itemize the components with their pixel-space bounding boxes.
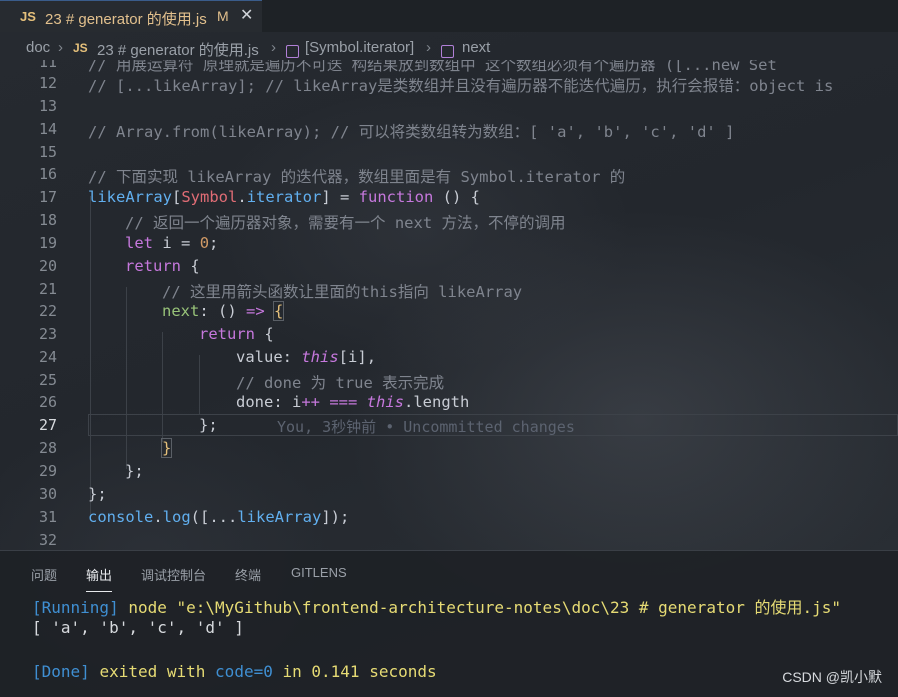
- code-line: 16 // 下面实现 likeArray 的迭代器，数组里面是有 Symbol.…: [0, 163, 898, 186]
- line-number: 30: [38, 485, 57, 503]
- modified-marker: M: [217, 8, 229, 24]
- code-line: 18 // 返回一个遍历器对象，需要有一个 next 方法，不停的调用: [0, 209, 898, 232]
- line-number: 19: [38, 234, 57, 252]
- line-number: 15: [38, 143, 57, 161]
- breadcrumb-item-symbol-iterator[interactable]: [Symbol.iterator]: [305, 39, 414, 56]
- code-line: 23 return {: [0, 323, 898, 346]
- code-line: 14 // Array.from(likeArray); // 可以将类数组转为…: [0, 118, 898, 141]
- breadcrumb: doc › JS 23 # generator 的使用.js › [Symbol…: [0, 36, 898, 60]
- code-line-current: 27 }; You, 3秒钟前 • Uncommitted changes: [0, 414, 898, 437]
- line-number: 31: [38, 508, 57, 526]
- line-number: 18: [38, 211, 57, 229]
- code-text: // done 为 true 表示完成: [236, 374, 445, 392]
- code-text: };: [199, 416, 218, 434]
- line-number: 27: [38, 416, 57, 434]
- line-number: 14: [38, 120, 57, 138]
- code-text: next: () => {: [162, 301, 285, 321]
- tab-gitlens[interactable]: GITLENS: [291, 565, 347, 580]
- line-number: 22: [38, 302, 57, 320]
- code-line: 12 // [...likeArray]; // likeArray是类数组并且…: [0, 72, 898, 95]
- line-number: 17: [38, 188, 57, 206]
- breadcrumb-item-doc[interactable]: doc: [26, 39, 50, 56]
- output-done-line: [Done] exited with code=0 in 0.141 secon…: [32, 662, 437, 681]
- breadcrumb-item-file[interactable]: 23 # generator 的使用.js: [97, 39, 259, 60]
- line-number: 11: [38, 60, 57, 71]
- code-line: 30 };: [0, 483, 898, 506]
- chevron-right-icon: ›: [58, 39, 63, 56]
- code-line: 26 done: i++ === this.length: [0, 391, 898, 414]
- code-text: };: [88, 485, 107, 503]
- code-line: 28 }: [0, 437, 898, 460]
- code-line: 32: [0, 529, 898, 550]
- editor-tab-active[interactable]: JS 23 # generator 的使用.js M ✕: [0, 0, 262, 32]
- line-number: 21: [38, 280, 57, 298]
- tab-output[interactable]: 输出: [86, 565, 113, 592]
- code-text: // Array.from(likeArray); // 可以将类数组转为数组：…: [88, 123, 735, 141]
- line-number: 16: [38, 165, 57, 183]
- js-file-icon: JS: [73, 41, 88, 55]
- output-panel: 问题 输出 调试控制台 终端 GITLENS [Running] node "e…: [0, 550, 898, 697]
- line-number: 28: [38, 439, 57, 457]
- editor-tab-bar: JS 23 # generator 的使用.js M ✕: [0, 0, 898, 32]
- line-number: 23: [38, 325, 57, 343]
- code-text: };: [125, 462, 144, 480]
- line-number: 26: [38, 393, 57, 411]
- code-line: 29 };: [0, 460, 898, 483]
- line-number: 29: [38, 462, 57, 480]
- breadcrumb-item-next[interactable]: next: [462, 39, 490, 56]
- code-text: likeArray[Symbol.iterator] = function ()…: [88, 188, 480, 206]
- code-line: 17 likeArray[Symbol.iterator] = function…: [0, 186, 898, 209]
- code-line: 22 next: () => {: [0, 300, 898, 323]
- code-line: 20 return {: [0, 255, 898, 278]
- code-line: 21 // 这里用箭头函数让里面的this指向 likeArray: [0, 278, 898, 301]
- js-file-icon: JS: [20, 9, 36, 24]
- watermark: CSDN @凯小默: [782, 669, 882, 685]
- output-running-line: [Running] node "e:\MyGithub\frontend-arc…: [32, 598, 842, 617]
- code-text: // [...likeArray]; // likeArray是类数组并且没有遍…: [88, 77, 834, 95]
- code-text: console.log([...likeArray]);: [88, 508, 350, 526]
- code-line: 13: [0, 95, 898, 118]
- code-line: 25 // done 为 true 表示完成: [0, 369, 898, 392]
- line-number: 12: [38, 74, 57, 92]
- code-text: // 这里用箭头函数让里面的this指向 likeArray: [162, 283, 523, 301]
- tab-terminal[interactable]: 终端: [235, 565, 261, 584]
- code-text: done: i++ === this.length: [236, 393, 470, 411]
- code-text: // 下面实现 likeArray 的迭代器，数组里面是有 Symbol.ite…: [88, 168, 626, 186]
- git-blame-annotation: You, 3秒钟前 • Uncommitted changes: [277, 418, 575, 436]
- line-number: 25: [38, 371, 57, 389]
- tab-title: 23 # generator 的使用.js: [45, 11, 207, 28]
- line-number: 24: [38, 348, 57, 366]
- code-line: 15: [0, 141, 898, 164]
- close-icon[interactable]: ✕: [240, 5, 253, 24]
- tab-problems[interactable]: 问题: [31, 565, 57, 584]
- code-line: 31 console.log([...likeArray]);: [0, 506, 898, 529]
- line-number: 32: [38, 531, 57, 549]
- code-text: }: [160, 438, 173, 458]
- chevron-right-icon: ›: [426, 39, 431, 56]
- line-number: 13: [38, 97, 57, 115]
- code-text: return {: [199, 325, 274, 343]
- code-line: 24 value: this[i],: [0, 346, 898, 369]
- line-number: 20: [38, 257, 57, 275]
- code-line: 19 let i = 0;: [0, 232, 898, 255]
- code-text: let i = 0;: [125, 234, 219, 252]
- code-text: value: this[i],: [236, 348, 377, 366]
- output-result-line: [ 'a', 'b', 'c', 'd' ]: [32, 618, 244, 637]
- chevron-right-icon: ›: [271, 39, 276, 56]
- code-text: return {: [125, 257, 200, 275]
- code-text: // 返回一个遍历器对象，需要有一个 next 方法，不停的调用: [125, 214, 566, 232]
- tab-debug-console[interactable]: 调试控制台: [141, 565, 206, 584]
- code-editor[interactable]: 11 // 用展运算符 原理就是遍历不可迭 构结果放到数组中 这个数组必须有个遍…: [0, 60, 898, 550]
